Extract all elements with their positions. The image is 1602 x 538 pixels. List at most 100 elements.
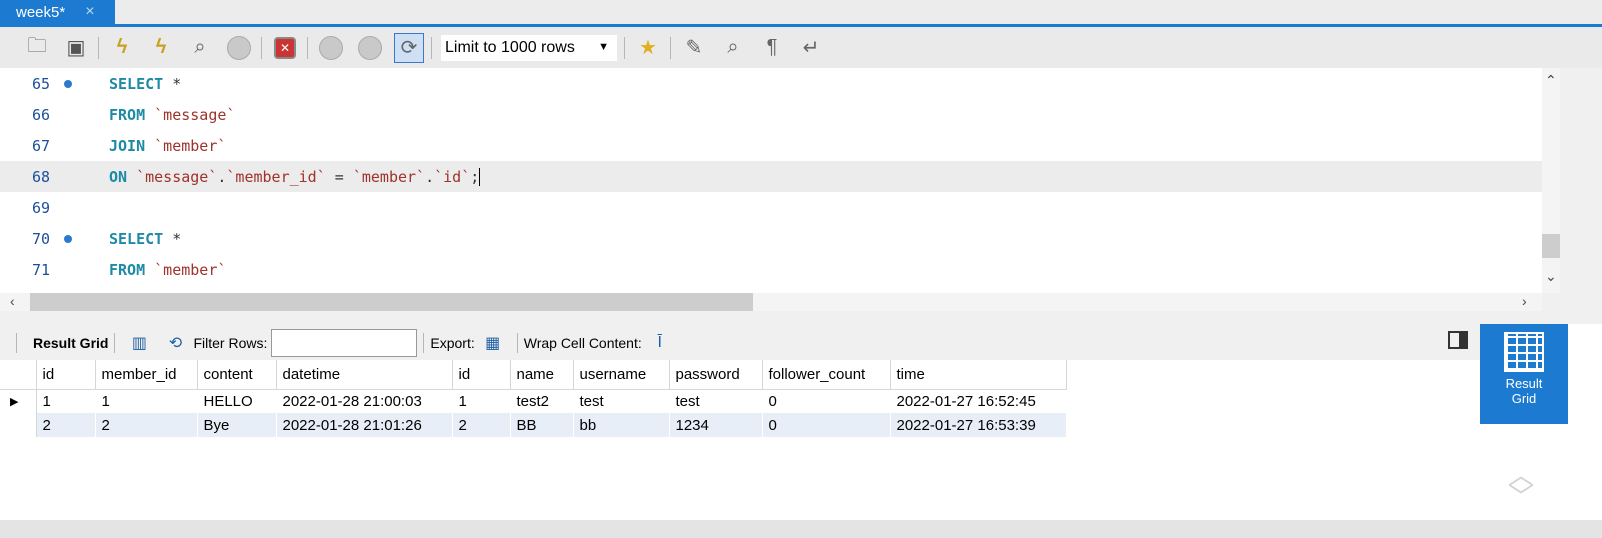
result-grid-button[interactable]: Result Grid [1480,324,1568,424]
column-header[interactable]: time [890,360,1067,390]
table-cell[interactable]: 1 [452,389,511,413]
table-row[interactable]: ▶ 1 1 HELLO 2022-01-28 21:00:03 1 test2 … [0,389,1067,413]
line-number: 67 [32,136,51,155]
result-grid-label-line2: Grid [1511,391,1537,406]
table-cell[interactable]: 2022-01-27 16:52:45 [890,389,1067,413]
scrollbar-thumb[interactable] [1542,234,1560,258]
toolbar-separator [516,333,518,353]
table-cell[interactable]: 1 [36,389,96,413]
beautify-star-icon[interactable]: ★ [633,33,663,63]
result-grid: id member_id content datetime id name us… [0,360,1480,520]
grid-icon [1504,332,1544,372]
result-toolbar: Result Grid ▥ ⟲ Filter Rows: Export: ▦ W… [0,326,1480,360]
execute-current-icon[interactable]: ϟ [146,33,176,63]
sql-editor[interactable]: 65 SELECT * 66 FROM `message` 67 JOIN `m… [0,68,1542,293]
table-cell[interactable]: HELLO [197,389,277,413]
table-cell[interactable]: 0 [762,389,891,413]
column-header[interactable]: content [197,360,277,390]
filter-rows-label: Filter Rows: [193,335,268,351]
table-cell[interactable]: test [669,389,763,413]
toggle-side-panel-icon[interactable] [1448,331,1468,349]
toolbar-separator [423,333,425,353]
table-cell[interactable]: 0 [762,413,891,437]
column-header[interactable]: member_id [95,360,198,390]
result-side-panel: Result Grid ︿ ﹀ [1480,324,1602,538]
autocommit-icon[interactable]: ⟳ [394,32,424,63]
wrap-cell-content-label: Wrap Cell Content: [523,335,642,351]
chevron-right-icon[interactable]: › [1522,293,1527,309]
editor-line: 69 [0,192,1542,223]
toolbar-separator [431,36,432,59]
current-row-marker-icon: ▶ [0,389,37,413]
table-cell[interactable]: 2022-01-28 21:01:26 [276,413,453,437]
column-header[interactable]: follower_count [762,360,891,390]
chevron-down-icon: ▼ [598,40,609,53]
scrollbar-thumb[interactable] [30,293,753,311]
statement-marker-icon [64,79,72,88]
table-cell[interactable]: 2 [452,413,511,437]
table-cell[interactable]: 2 [36,413,96,437]
chevron-up-icon[interactable]: ⌃ [1545,72,1557,89]
table-cell[interactable]: bb [573,413,670,437]
wrap-cell-content-icon[interactable]: Ī [648,334,672,352]
scroll-panel-icon[interactable]: ︿ ﹀ [1508,462,1534,510]
toolbar-separator [624,36,625,59]
chevron-left-icon[interactable]: ‹ [10,293,15,309]
toolbar-separator [98,36,99,59]
line-number: 68 [32,167,51,186]
rollback-icon[interactable] [355,33,385,63]
refresh-icon[interactable]: ⟲ [163,333,187,353]
toolbar-separator [307,36,308,59]
limit-rows-label: Limit to 1000 rows [445,38,575,56]
editor-line: 65 SELECT * [0,68,1542,99]
table-cell[interactable]: 2 [95,413,198,437]
table-cell[interactable]: Bye [197,413,277,437]
table-row[interactable]: 2 2 Bye 2022-01-28 21:01:26 2 BB bb 1234… [0,413,1067,437]
statement-marker-icon [64,234,72,243]
folder-icon[interactable]: 🗀 [22,33,52,63]
editor-line: 67 JOIN `member` [0,130,1542,161]
invisible-chars-icon[interactable]: ¶ [757,33,787,63]
stop-icon[interactable] [224,33,254,63]
toolbar-separator [670,36,671,59]
wrap-icon[interactable]: ↵ [796,33,826,63]
line-number: 71 [32,260,51,279]
tab-week5[interactable]: week5* × [0,0,115,24]
explain-icon[interactable]: ⌕ [185,33,215,63]
export-icon[interactable]: ▦ [481,333,505,353]
tab-title: week5* [16,3,66,21]
editor-line-current: 68 ON `message`.`member_id` = `member`.`… [0,161,1542,192]
chevron-down-icon[interactable]: ⌄ [1545,268,1557,285]
table-cell[interactable]: test [573,389,670,413]
editor-horizontal-scrollbar[interactable]: ‹ › [0,293,1542,311]
code-text: FROM `member` [109,260,227,279]
save-icon[interactable]: ▣ [61,33,91,63]
commit-icon[interactable] [316,33,346,63]
table-cell[interactable]: test2 [510,389,574,413]
editor-vertical-scrollbar[interactable]: ⌃ ⌄ [1542,68,1560,293]
column-header[interactable]: id [452,360,511,390]
column-header[interactable]: username [573,360,670,390]
form-editor-icon[interactable]: ▥ [127,333,151,353]
column-header[interactable]: name [510,360,574,390]
column-header[interactable]: password [669,360,763,390]
table-cell[interactable]: 1234 [669,413,763,437]
editor-line: 70 SELECT * [0,223,1542,254]
close-tab-icon[interactable]: × [85,3,94,21]
beautify-icon[interactable]: ✎ [679,33,709,63]
row-header [0,413,37,437]
table-cell[interactable]: 2022-01-28 21:00:03 [276,389,453,413]
table-cell[interactable]: 1 [95,389,198,413]
find-icon[interactable]: ⌕ [718,33,748,63]
table-cell[interactable]: BB [510,413,574,437]
row-header-corner [0,360,37,390]
export-label: Export: [430,335,475,351]
toggle-stop-on-error-icon[interactable]: ✕ [270,33,300,63]
column-header[interactable]: id [36,360,96,390]
filter-rows-input[interactable] [271,329,418,357]
execute-icon[interactable]: ϟ [107,33,137,63]
editor-tab-strip: week5* × [0,0,1602,27]
table-cell[interactable]: 2022-01-27 16:53:39 [890,413,1067,437]
limit-rows-select[interactable]: Limit to 1000 rows ▼ [440,33,618,62]
column-header[interactable]: datetime [276,360,453,390]
